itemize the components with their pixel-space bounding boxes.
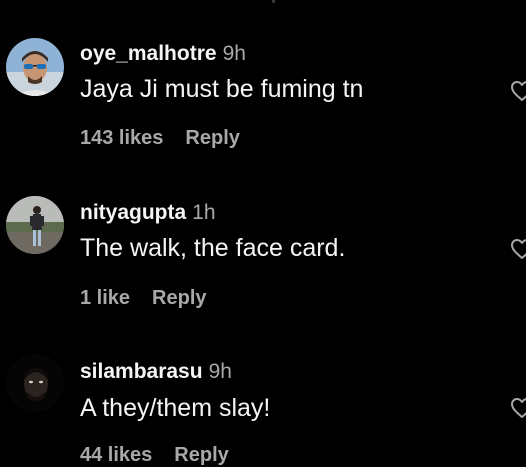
timestamp: 9h <box>222 42 246 65</box>
heart-outline-icon[interactable] <box>510 80 526 102</box>
avatar[interactable] <box>6 196 64 254</box>
username[interactable]: nityagupta <box>80 201 186 224</box>
likes-count[interactable]: 1 like <box>80 287 130 309</box>
likes-count[interactable]: 143 likes <box>80 127 163 149</box>
comment-text: The walk, the face card. <box>80 234 346 262</box>
comment-text: Jaya Ji must be fuming tn <box>80 75 364 103</box>
reply-button[interactable]: Reply <box>174 444 228 466</box>
avatar[interactable] <box>6 38 64 96</box>
timestamp: 9h <box>208 360 232 383</box>
username[interactable]: oye_malhotre <box>80 42 217 65</box>
likes-count[interactable]: 44 likes <box>80 444 152 466</box>
comment-text: A they/them slay! <box>80 394 271 422</box>
reply-button[interactable]: Reply <box>152 287 206 309</box>
reply-button[interactable]: Reply <box>185 127 239 149</box>
scroll-indicator <box>272 0 275 3</box>
comment-meta: nityagupta 1h <box>80 201 216 225</box>
comment-actions: 44 likes Reply <box>80 443 229 467</box>
timestamp: 1h <box>192 201 216 224</box>
comment-actions: 143 likes Reply <box>80 126 240 150</box>
comment-actions: 1 like Reply <box>80 286 207 310</box>
comment-meta: oye_malhotre 9h <box>80 42 246 66</box>
username[interactable]: silambarasu <box>80 360 203 383</box>
comment-meta: silambarasu 9h <box>80 360 232 384</box>
avatar[interactable] <box>6 354 64 412</box>
heart-outline-icon[interactable] <box>510 238 526 260</box>
heart-outline-icon[interactable] <box>510 397 526 419</box>
